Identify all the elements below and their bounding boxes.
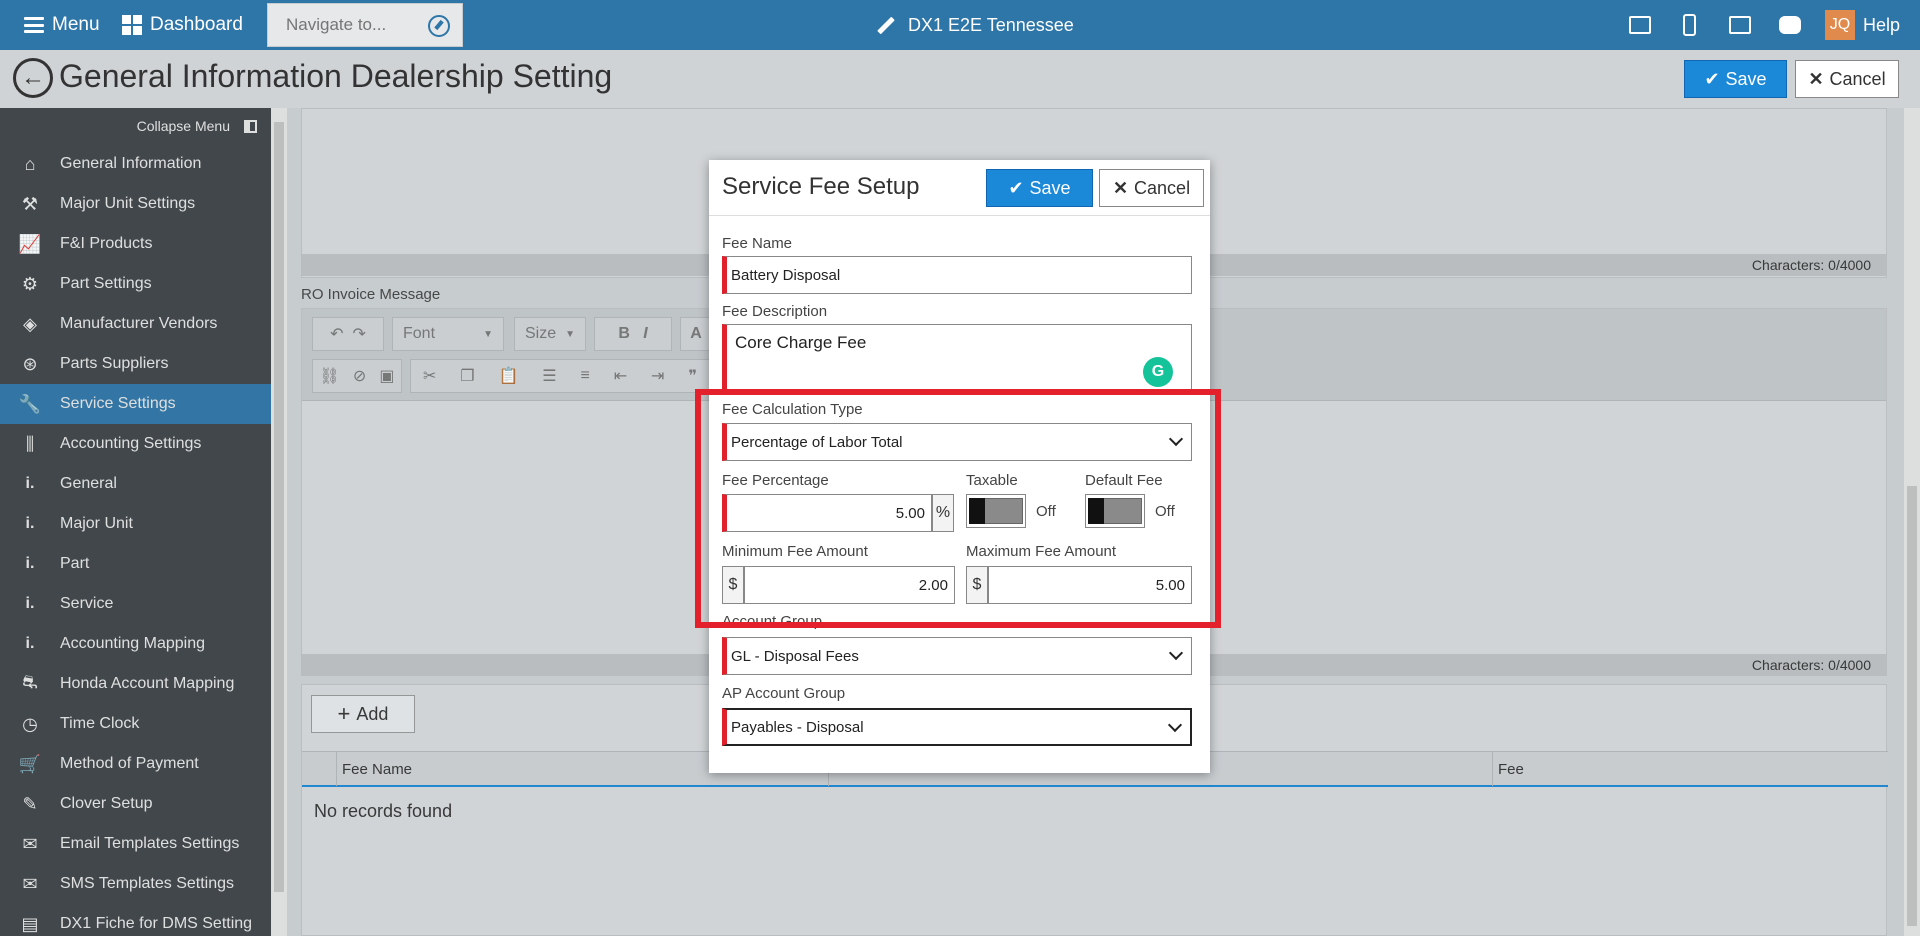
pencil-icon <box>877 16 895 34</box>
account-group-value: GL - Disposal Fees <box>731 647 859 665</box>
modal-cancel-button[interactable]: ✕ Cancel <box>1099 169 1204 207</box>
account-group-select[interactable]: GL - Disposal Fees <box>722 637 1192 675</box>
mobile-icon <box>1683 14 1697 36</box>
grammarly-icon[interactable]: G <box>1143 357 1173 387</box>
cancel-button[interactable]: ✕ Cancel <box>1795 60 1899 98</box>
chevron-down-icon <box>1168 645 1184 661</box>
ap-account-group-select[interactable]: Payables - Disposal <box>722 708 1192 746</box>
store-name: DX1 E2E Tennessee <box>908 14 1074 35</box>
ap-account-group-value: Payables - Disposal <box>731 718 864 736</box>
chevron-down-icon <box>1167 717 1183 733</box>
dashboard-label: Dashboard <box>150 14 243 35</box>
fee-description-textarea[interactable]: Core Charge Fee G <box>722 324 1192 394</box>
dashboard-icon <box>122 15 142 35</box>
ap-account-group-label: AP Account Group <box>722 685 846 702</box>
menu-button[interactable]: Menu <box>24 0 100 50</box>
modal-header: Service Fee Setup ✔ Save ✕ Cancel <box>709 160 1210 216</box>
org-chart-button[interactable] <box>1615 0 1665 50</box>
navigate-search <box>267 3 463 47</box>
page-title-bar: ← General Information Dealership Setting… <box>0 50 1920 108</box>
page-title: General Information Dealership Setting <box>59 58 613 94</box>
hamburger-icon <box>24 17 44 33</box>
store-selector[interactable]: DX1 E2E Tennessee <box>876 0 1074 50</box>
dashboard-button[interactable]: Dashboard <box>122 0 243 50</box>
mail-button[interactable] <box>1715 0 1765 50</box>
check-icon: ✔ <box>1008 177 1024 198</box>
navigate-input[interactable] <box>268 4 418 46</box>
mobile-button[interactable] <box>1665 0 1715 50</box>
user-avatar[interactable]: JQ <box>1824 10 1855 40</box>
topbar-right-icons: JQ Help <box>1615 0 1920 50</box>
close-icon: ✕ <box>1112 177 1129 198</box>
close-icon: ✕ <box>1808 68 1824 89</box>
fee-name-input[interactable]: Battery Disposal <box>722 256 1192 294</box>
compass-icon[interactable] <box>428 15 450 37</box>
modal-cancel-label: Cancel <box>1134 177 1191 198</box>
back-arrow-icon[interactable]: ← <box>13 58 53 98</box>
menu-label: Menu <box>52 14 100 35</box>
modal-save-label: Save <box>1029 177 1071 198</box>
fee-name-label: Fee Name <box>722 235 793 252</box>
chat-button[interactable] <box>1765 0 1815 50</box>
check-icon: ✔ <box>1704 68 1720 89</box>
modal-save-button[interactable]: ✔ Save <box>986 169 1093 207</box>
save-button[interactable]: ✔ Save <box>1684 60 1787 98</box>
modal-title: Service Fee Setup <box>722 173 920 200</box>
cancel-label: Cancel <box>1829 68 1886 89</box>
fee-description-text: Core Charge Fee <box>735 333 867 352</box>
org-chart-icon <box>1628 16 1651 34</box>
envelope-icon <box>1728 16 1751 34</box>
save-label: Save <box>1725 68 1767 89</box>
fee-description-label: Fee Description <box>722 303 828 320</box>
help-link[interactable]: Help <box>1863 15 1920 36</box>
top-navigation-bar: Menu Dashboard DX1 E2E Tennessee JQ Help <box>0 0 1920 50</box>
chat-icon <box>1778 16 1801 34</box>
highlight-box <box>695 389 1221 628</box>
